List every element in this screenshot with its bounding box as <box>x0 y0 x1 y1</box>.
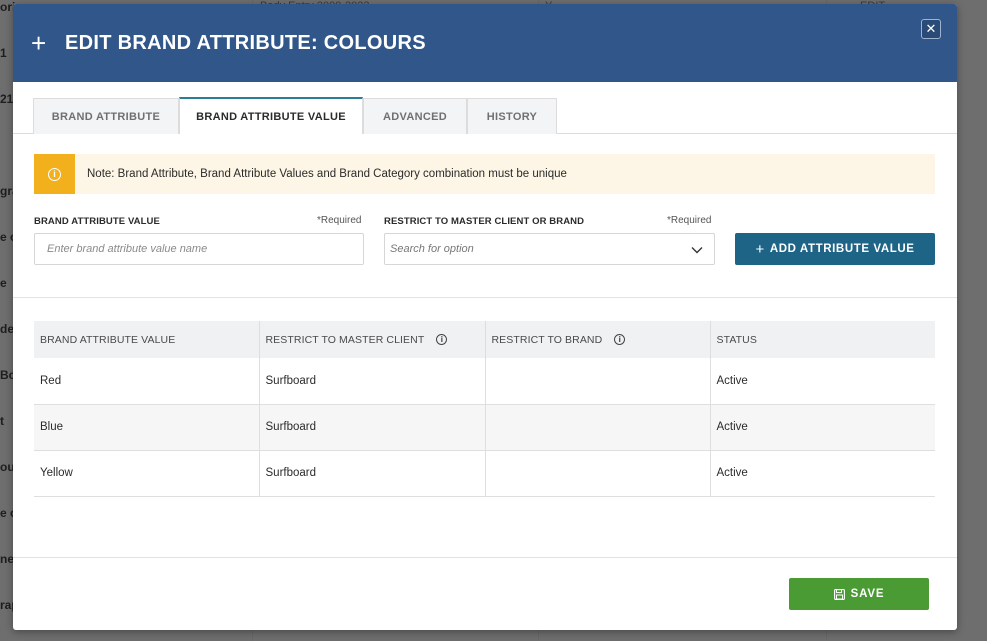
tab-label: HISTORY <box>486 110 538 123</box>
bg-row-fragment: 1 <box>0 46 7 60</box>
table-cell: Surfboard <box>259 358 486 405</box>
bg-row-fragment: de <box>0 322 15 336</box>
close-icon: ✕ <box>925 21 937 36</box>
save-button[interactable]: SAVE <box>789 578 929 610</box>
required-indicator: *Required <box>667 215 712 226</box>
bg-row-fragment: e <box>0 276 7 290</box>
table-cell <box>485 404 711 451</box>
bg-row-fragment: 21 <box>0 92 14 106</box>
table-header-row: BRAND ATTRIBUTE VALUE RESTRICT TO MASTER… <box>34 321 935 358</box>
info-circle-icon: i <box>48 167 61 181</box>
tab-label: BRAND ATTRIBUTE <box>51 110 161 123</box>
plus-icon: + <box>755 240 765 258</box>
add-attribute-value-button[interactable]: + ADD ATTRIBUTE VALUE <box>735 233 935 265</box>
table-row[interactable]: Blue Surfboard Active <box>34 404 935 451</box>
select-placeholder: Search for option <box>390 243 474 255</box>
table-row[interactable]: Yellow Surfboard Active <box>34 450 935 497</box>
table-cell: Surfboard <box>259 450 486 497</box>
column-header: BRAND ATTRIBUTE VALUE <box>34 321 260 358</box>
tab-history[interactable]: HISTORY <box>467 98 557 134</box>
tab-label: BRAND ATTRIBUTE VALUE <box>196 110 346 123</box>
close-button[interactable]: ✕ <box>921 19 941 39</box>
add-button-label: ADD ATTRIBUTE VALUE <box>769 243 915 255</box>
info-icon[interactable]: i <box>614 334 626 346</box>
bg-row-fragment: t <box>0 414 4 428</box>
info-icon[interactable]: i <box>436 334 448 346</box>
table-cell: Active <box>710 358 935 405</box>
bg-row-fragment: ne <box>0 552 15 566</box>
brand-attribute-value-label: BRAND ATTRIBUTE VALUE <box>34 216 160 227</box>
table-cell <box>485 450 711 497</box>
footer-divider <box>13 557 957 558</box>
column-header: RESTRICT TO BRAND i <box>485 321 711 358</box>
column-header: RESTRICT TO MASTER CLIENT i <box>259 321 486 358</box>
brand-attribute-value-input[interactable] <box>34 233 364 265</box>
tab-advanced[interactable]: ADVANCED <box>363 98 467 134</box>
tab-label: ADVANCED <box>383 110 447 123</box>
required-indicator: *Required <box>317 215 362 226</box>
plus-icon: + <box>31 28 47 58</box>
table-cell: Surfboard <box>259 404 486 451</box>
save-icon <box>833 588 845 600</box>
column-header: STATUS <box>710 321 935 358</box>
attribute-values-table: BRAND ATTRIBUTE VALUE RESTRICT TO MASTER… <box>34 321 935 497</box>
table-cell <box>485 358 711 405</box>
edit-brand-attribute-modal: + EDIT BRAND ATTRIBUTE: COLOURS ✕ BRAND … <box>13 4 957 630</box>
tab-bar: BRAND ATTRIBUTE BRAND ATTRIBUTE VALUE AD… <box>13 82 957 134</box>
modal-header: + EDIT BRAND ATTRIBUTE: COLOURS ✕ <box>13 4 957 82</box>
table-cell: Active <box>710 404 935 451</box>
table-cell: Blue <box>34 404 260 451</box>
tab-brand-attribute-value[interactable]: BRAND ATTRIBUTE VALUE <box>179 97 363 134</box>
section-divider <box>13 297 957 298</box>
restrict-label: RESTRICT TO MASTER CLIENT OR BRAND <box>384 216 585 227</box>
table-cell: Active <box>710 450 935 497</box>
modal-title: EDIT BRAND ATTRIBUTE: COLOURS <box>65 31 426 54</box>
tab-brand-attribute[interactable]: BRAND ATTRIBUTE <box>33 98 179 134</box>
table-cell: Yellow <box>34 450 260 497</box>
alert-text: Note: Brand Attribute, Brand Attribute V… <box>87 168 567 180</box>
save-label: SAVE <box>850 588 885 600</box>
uniqueness-alert: i Note: Brand Attribute, Brand Attribute… <box>34 154 935 194</box>
table-row[interactable]: Red Surfboard Active <box>34 358 935 405</box>
alert-icon-box: i <box>34 154 75 194</box>
chevron-down-icon <box>691 247 703 254</box>
table-cell: Red <box>34 358 260 405</box>
restrict-select[interactable]: Search for option <box>384 233 715 265</box>
